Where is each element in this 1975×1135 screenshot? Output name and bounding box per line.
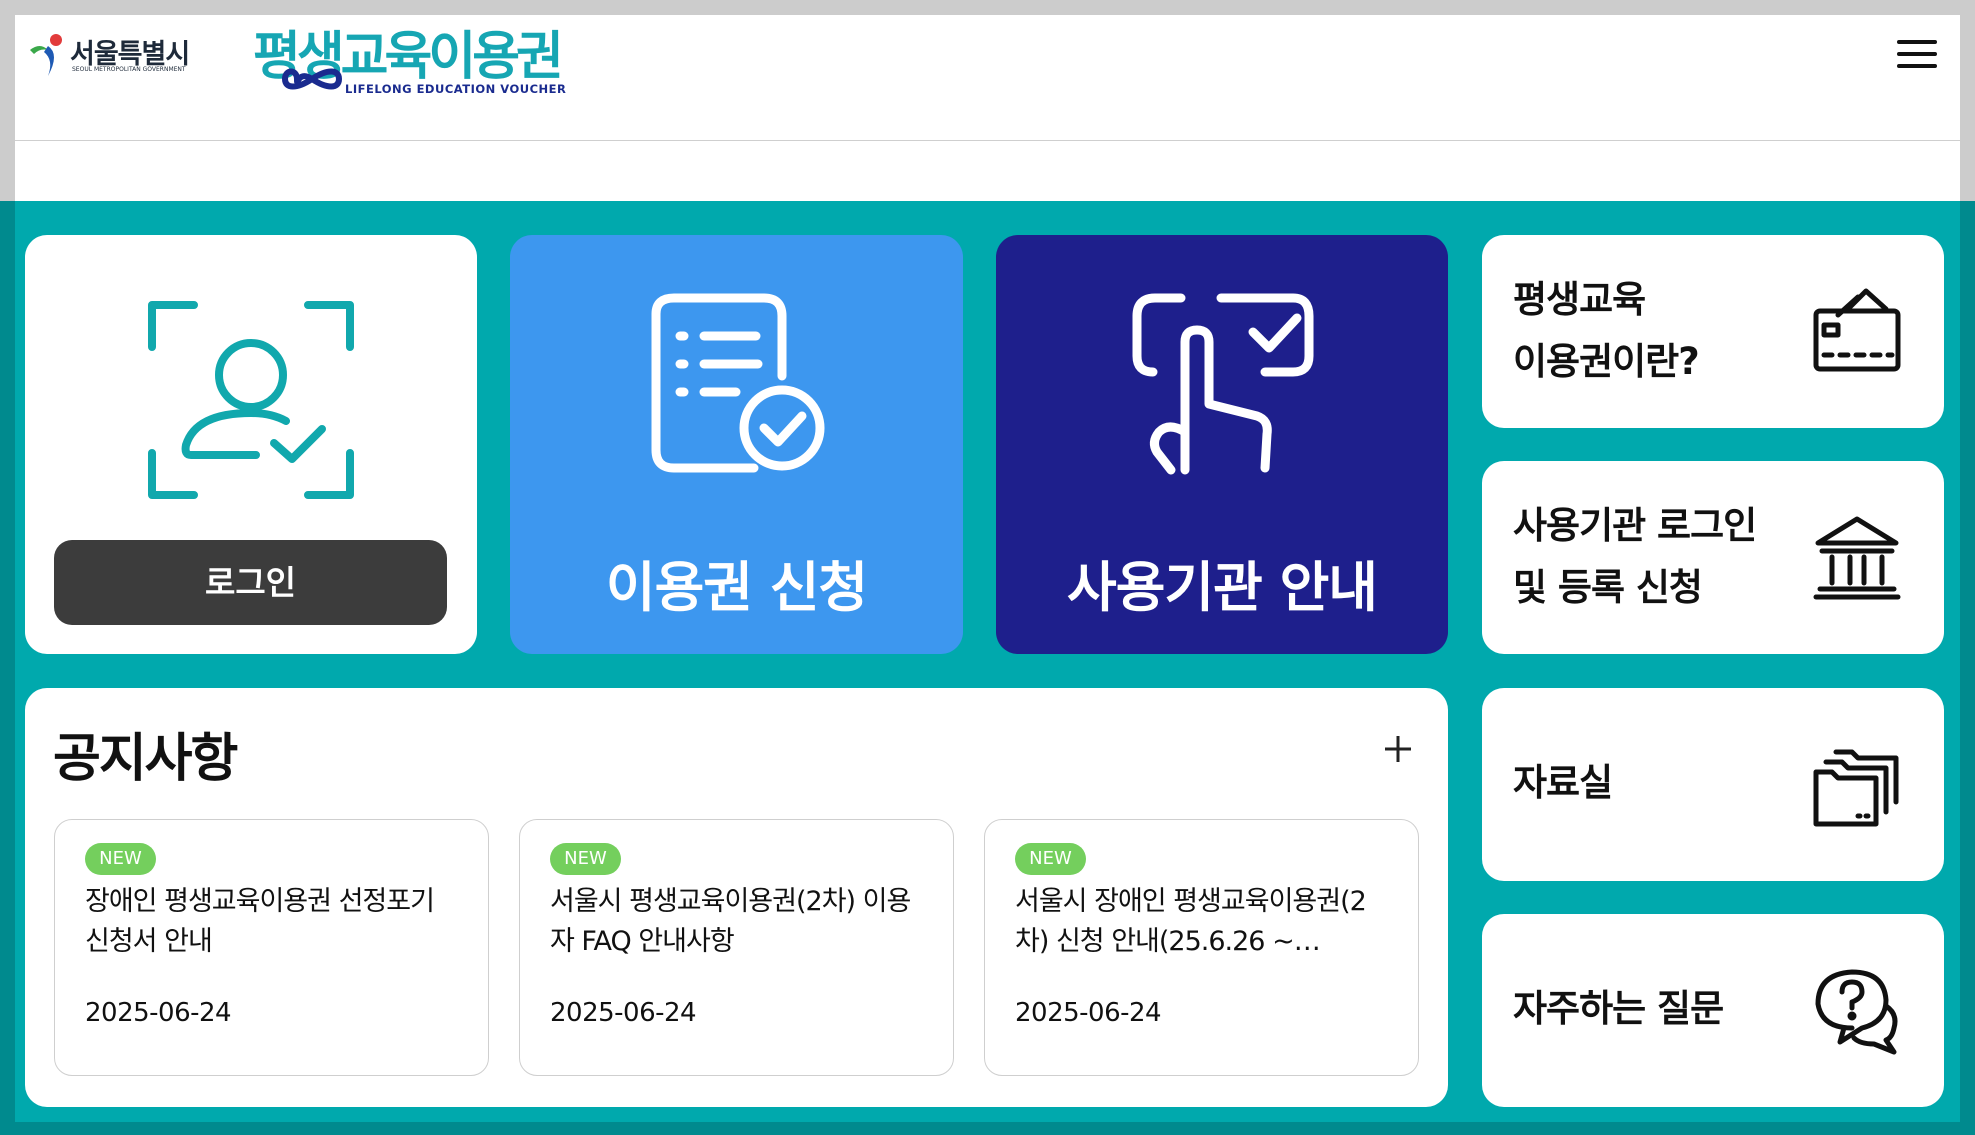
document-check-icon [651,293,825,473]
header-subbar [15,141,1960,201]
notice-item-date: 2025-06-24 [550,998,697,1028]
new-badge: NEW [1015,843,1086,875]
notice-item-title: 서울시 평생교육이용권(2차) 이용자 FAQ 안내사항 [550,886,911,957]
seoul-emblem-icon [30,34,62,76]
resources-card[interactable]: 자료실 [1482,688,1944,881]
notice-item[interactable]: NEW 서울시 평생교육이용권(2차) 이용자 FAQ 안내사항 2025-06… [519,819,954,1076]
card-icon [1813,288,1901,372]
voucher-apply-label: 이용권 신청 [605,556,868,619]
notice-item-date: 2025-06-24 [1015,998,1162,1028]
about-voucher-card[interactable]: 평생교육 이용권이란? [1482,235,1944,428]
voucher-apply-card[interactable]: 이용권 신청 [510,235,963,654]
plus-icon[interactable] [1382,733,1414,765]
brand-subtitle: LIFELONG EDUCATION VOUCHER [345,82,567,96]
notice-section: 공지사항 NEW 장애인 평생교육이용권 선정포기 신청서 안내 2025-06… [25,688,1448,1107]
institution-login-line1: 사용기관 로그인 [1513,504,1757,547]
notice-item-title: 서울시 장애인 평생교육이용권(2차) 신청 안내(25.6.26 ~… [1015,886,1367,957]
hamburger-line [1897,64,1937,68]
menu-hamburger-icon[interactable] [1895,36,1939,72]
face-scan-user-icon [148,301,354,499]
notice-item-date: 2025-06-24 [85,998,232,1028]
institution-login-register-card[interactable]: 사용기관 로그인 및 등록 신청 [1482,461,1944,654]
login-card: 로그인 [25,235,477,654]
infinity-logo-icon [281,68,343,90]
seoul-city-logo[interactable]: 서울특별시 SEOUL METROPOLITAN GOVERNMENT [26,32,196,78]
brand-logo[interactable]: 평생교육이용권 LIFELONG EDUCATION VOUCHER [253,14,566,98]
institution-info-card[interactable]: 사용기관 안내 [996,235,1448,654]
notice-item[interactable]: NEW 서울시 장애인 평생교육이용권(2차) 신청 안내(25.6.26 ~…… [984,819,1419,1076]
notice-item-title: 장애인 평생교육이용권 선정포기 신청서 안내 [85,886,435,957]
institution-info-label: 사용기관 안내 [1067,556,1378,619]
notice-item[interactable]: NEW 장애인 평생교육이용권 선정포기 신청서 안내 2025-06-24 [54,819,489,1076]
login-button[interactable]: 로그인 [54,540,447,625]
question-chat-icon [1815,969,1898,1055]
notice-title: 공지사항 [53,729,238,789]
hamburger-line [1897,52,1937,56]
new-badge: NEW [550,843,621,875]
about-voucher-line1: 평생교육 [1513,278,1646,321]
faq-card[interactable]: 자주하는 질문 [1482,914,1944,1107]
folder-icon [1813,749,1899,827]
hamburger-line [1897,40,1937,44]
institution-login-line2: 및 등록 신청 [1513,566,1703,609]
about-voucher-line2: 이용권이란? [1513,340,1700,383]
institution-building-icon [1813,516,1901,600]
resources-label: 자료실 [1513,761,1613,804]
touch-screen-check-icon [1132,293,1314,475]
city-logo-subtext: SEOUL METROPOLITAN GOVERNMENT [72,66,186,73]
new-badge: NEW [85,843,156,875]
faq-label: 자주하는 질문 [1513,987,1724,1030]
